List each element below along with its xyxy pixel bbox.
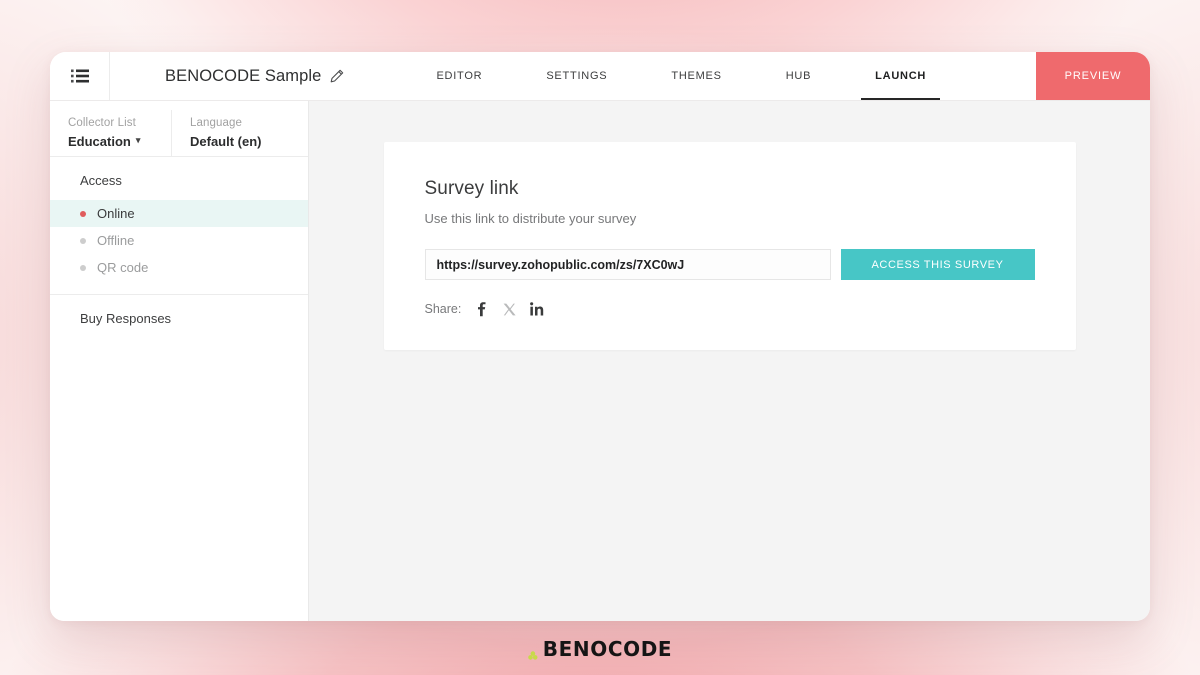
sidebar: Collector List Education ▾ Language Defa… xyxy=(50,101,309,621)
tab-settings-label: SETTINGS xyxy=(546,70,608,82)
status-dot-icon xyxy=(80,264,86,271)
language-value: Default (en) xyxy=(190,134,262,149)
card-subtitle: Use this link to distribute your survey xyxy=(424,211,637,226)
sidebar-item-qr-code[interactable]: QR code xyxy=(50,254,308,281)
tab-hub[interactable]: HUB xyxy=(764,52,833,100)
tab-launch[interactable]: LAUNCH xyxy=(853,52,948,100)
tab-editor[interactable]: EDITOR xyxy=(414,52,504,100)
tab-hub-label: HUB xyxy=(785,70,812,82)
preview-button[interactable]: PREVIEW xyxy=(1036,52,1150,100)
collector-list-label: Collector List xyxy=(68,117,136,129)
tab-editor-label: EDITOR xyxy=(436,70,483,82)
survey-title-group: BENOCODE Sample xyxy=(110,52,344,100)
survey-link-row: ACCESS THIS SURVEY xyxy=(424,249,1035,280)
sidebar-item-offline-label: Offline xyxy=(97,233,135,248)
facebook-icon[interactable] xyxy=(473,301,489,317)
sidebar-item-online-label: Online xyxy=(97,206,135,221)
status-dot-icon xyxy=(80,210,86,217)
linkedin-glyph xyxy=(530,302,544,316)
facebook-glyph xyxy=(478,301,486,316)
share-label: Share: xyxy=(424,302,462,316)
x-twitter-icon[interactable] xyxy=(501,301,517,317)
sidebar-item-online[interactable]: Online xyxy=(50,200,308,227)
access-this-survey-button[interactable]: ACCESS THIS SURVEY xyxy=(840,249,1035,280)
card-title: Survey link xyxy=(424,178,519,199)
top-bar: BENOCODE Sample EDITOR SETTINGS THEMES H… xyxy=(50,52,1150,101)
share-row: Share: xyxy=(425,301,1035,317)
menu-toggle-button[interactable] xyxy=(50,52,110,100)
pencil-icon[interactable] xyxy=(330,69,344,83)
sidebar-item-qr-code-label: QR code xyxy=(97,260,149,275)
status-dot-icon xyxy=(80,237,86,244)
survey-link-card: Survey link Use this link to distribute … xyxy=(383,142,1076,350)
tab-launch-label: LAUNCH xyxy=(875,70,927,82)
footer-logo-text: BENOCODE xyxy=(542,637,673,661)
sidebar-item-buy-responses[interactable]: Buy Responses xyxy=(50,295,308,326)
app-body: Collector List Education ▾ Language Defa… xyxy=(50,101,1150,621)
chevron-down-icon: ▾ xyxy=(135,135,141,145)
language-label: Language xyxy=(190,117,242,129)
tab-themes[interactable]: THEMES xyxy=(649,52,743,100)
collector-list-value: Education xyxy=(68,134,131,149)
sidebar-group-access[interactable]: Access xyxy=(50,173,308,200)
x-twitter-glyph xyxy=(503,303,516,315)
tab-settings[interactable]: SETTINGS xyxy=(524,52,629,100)
main-tabs: EDITOR SETTINGS THEMES HUB LAUNCH xyxy=(414,52,948,100)
linkedin-icon[interactable] xyxy=(529,301,545,317)
footer-logo: BENOCODE xyxy=(0,637,1200,661)
sidebar-header: Collector List Education ▾ Language Defa… xyxy=(50,101,308,157)
tab-themes-label: THEMES xyxy=(671,70,722,82)
benocode-mark-icon xyxy=(527,650,538,660)
language-field: Language Default (en) xyxy=(172,110,280,156)
survey-link-input[interactable] xyxy=(424,249,831,280)
main-content: Survey link Use this link to distribute … xyxy=(309,101,1150,621)
sidebar-nav: Access Online Offline QR code Buy Respon… xyxy=(50,157,308,326)
app-window: BENOCODE Sample EDITOR SETTINGS THEMES H… xyxy=(50,52,1150,621)
collector-list-selector[interactable]: Collector List Education ▾ xyxy=(50,110,172,156)
page-title: BENOCODE Sample xyxy=(165,66,322,85)
sidebar-item-offline[interactable]: Offline xyxy=(50,227,308,254)
collector-list-value-group[interactable]: Education ▾ xyxy=(68,134,153,149)
list-icon xyxy=(70,69,89,83)
